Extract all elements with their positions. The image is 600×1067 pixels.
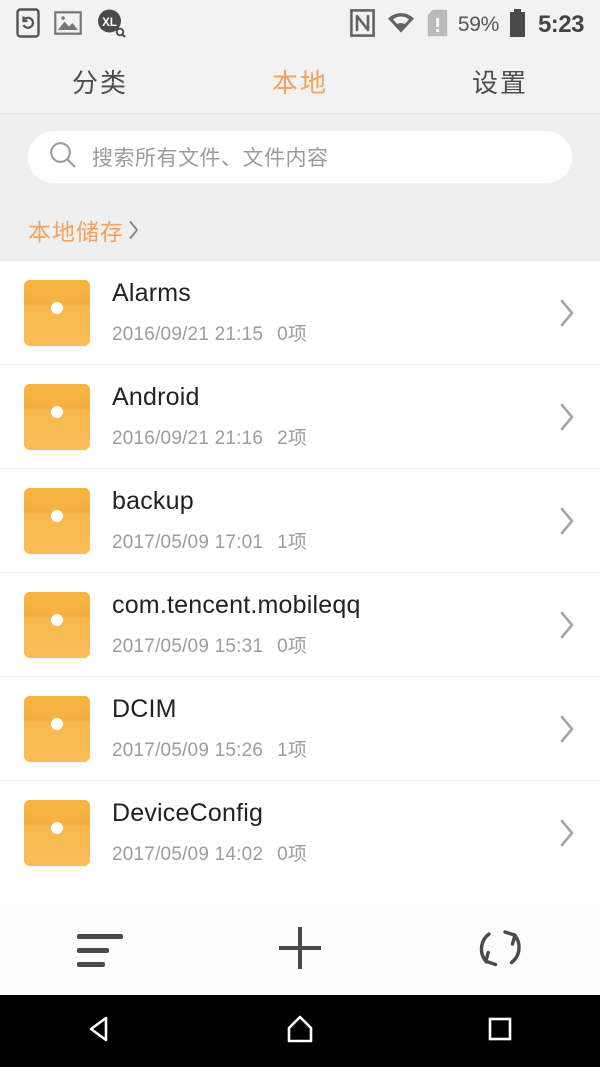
file-date: 2017/05/09 15:26 [112,739,264,761]
chevron-right-icon[interactable] [556,399,578,435]
file-meta: 2017/05/09 17:01 1项 [112,527,548,554]
battery-icon [509,8,526,42]
file-list-row[interactable]: DeviceConfig 2017/05/09 14:02 0项 [0,781,600,885]
nav-home-button[interactable] [200,1012,400,1051]
status-bar-notification-icons: XL [16,7,126,43]
breadcrumb-local-storage[interactable]: 本地储存 [28,213,124,247]
file-item-count: 1项 [277,739,308,761]
file-date: 2017/05/09 17:01 [112,531,264,553]
tab-local[interactable]: 本地 [200,63,400,100]
folder-icon [24,384,90,450]
file-name: com.tencent.mobileqq [112,591,361,620]
file-item-count: 0项 [277,635,308,657]
file-item-count: 1项 [277,531,308,553]
file-name: Alarms [112,279,191,308]
file-row-text: Alarms 2016/09/21 21:15 0项 [112,280,548,346]
search-input[interactable]: 搜索所有文件、文件内容 [92,142,329,172]
file-list-row[interactable]: Alarms 2016/09/21 21:15 0项 [0,261,600,365]
tab-categories[interactable]: 分类 [0,63,200,100]
file-name: backup [112,487,194,516]
file-row-text: Android 2016/09/21 21:16 2项 [112,384,548,450]
search-bar[interactable]: 搜索所有文件、文件内容 [28,131,572,183]
file-name: DCIM [112,695,177,724]
chevron-right-icon[interactable] [556,503,578,539]
folder-icon [24,696,90,762]
search-icon [48,140,78,175]
file-list: Alarms 2016/09/21 21:15 0项 Android 2016/09/2… [0,261,600,885]
chevron-right-icon [127,219,141,241]
folder-icon [24,592,90,658]
file-row-text: com.tencent.mobileqq 2017/05/09 15:31 0项 [112,592,548,658]
refresh-button[interactable] [400,921,600,980]
file-date: 2017/05/09 15:31 [112,635,264,657]
nfc-icon [349,8,375,42]
battery-percent-label: 59% [457,13,499,36]
file-name: DeviceConfig [112,799,264,828]
xunlei-xl-app-icon: XL [96,8,126,43]
status-bar: XL 59% 5:23 [0,0,600,50]
add-button[interactable] [200,921,400,980]
top-tab-bar: 分类 本地 设置 [0,50,600,114]
file-row-text: DeviceConfig 2017/05/09 14:02 0项 [112,800,548,866]
wifi-icon [385,10,417,41]
file-row-text: backup 2017/05/09 17:01 1项 [112,488,548,554]
add-plus-icon [273,921,327,980]
file-list-row[interactable]: com.tencent.mobileqq 2017/05/09 15:31 0项 [0,573,600,677]
folder-icon [24,800,90,866]
android-navigation-bar [0,995,600,1067]
svg-text:XL: XL [102,17,117,29]
refresh-sync-icon [473,921,527,980]
status-bar-system-icons: 59% 5:23 [349,8,585,42]
sort-button[interactable] [0,933,200,967]
file-item-count: 2项 [277,427,308,449]
android-recents-icon [483,1012,517,1051]
search-section: 搜索所有文件、文件内容 [0,114,600,199]
android-home-icon [283,1012,317,1051]
sim-card-alert-icon [427,9,448,42]
file-date: 2016/09/21 21:16 [112,427,264,449]
file-meta: 2016/09/21 21:15 0项 [112,319,548,346]
file-list-row[interactable]: Android 2016/09/21 21:16 2项 [0,365,600,469]
file-date: 2017/05/09 14:02 [112,843,264,865]
file-item-count: 0项 [277,843,308,865]
file-meta: 2017/05/09 15:26 1项 [112,735,548,762]
file-meta: 2017/05/09 14:02 0项 [112,839,548,866]
android-back-icon [83,1012,117,1051]
folder-icon [24,280,90,346]
chevron-right-icon[interactable] [556,711,578,747]
nav-back-button[interactable] [0,1012,200,1051]
file-row-text: DCIM 2017/05/09 15:26 1项 [112,696,548,762]
folder-icon [24,488,90,554]
bottom-toolbar [0,905,600,995]
nav-recents-button[interactable] [400,1012,600,1051]
breadcrumb[interactable]: 本地储存 [0,199,600,261]
status-bar-clock: 5:23 [537,11,585,38]
file-list-row[interactable]: DCIM 2017/05/09 15:26 1项 [0,677,600,781]
file-meta: 2016/09/21 21:16 2项 [112,423,548,450]
screenshot-image-icon [54,10,82,40]
file-meta: 2017/05/09 15:31 0项 [112,631,548,658]
chevron-right-icon[interactable] [556,607,578,643]
sort-list-icon [77,933,123,967]
file-date: 2016/09/21 21:15 [112,323,264,345]
file-item-count: 0项 [277,323,308,345]
screen-rotate-icon [16,7,40,43]
file-manager-screen: XL 59% 5:23 分类 本地 设置 搜索所有文件、文件内容 本地储存 Al… [0,0,600,1067]
file-list-row[interactable]: backup 2017/05/09 17:01 1项 [0,469,600,573]
tab-settings[interactable]: 设置 [400,63,600,100]
chevron-right-icon[interactable] [556,295,578,331]
chevron-right-icon[interactable] [556,815,578,851]
file-name: Android [112,383,200,412]
